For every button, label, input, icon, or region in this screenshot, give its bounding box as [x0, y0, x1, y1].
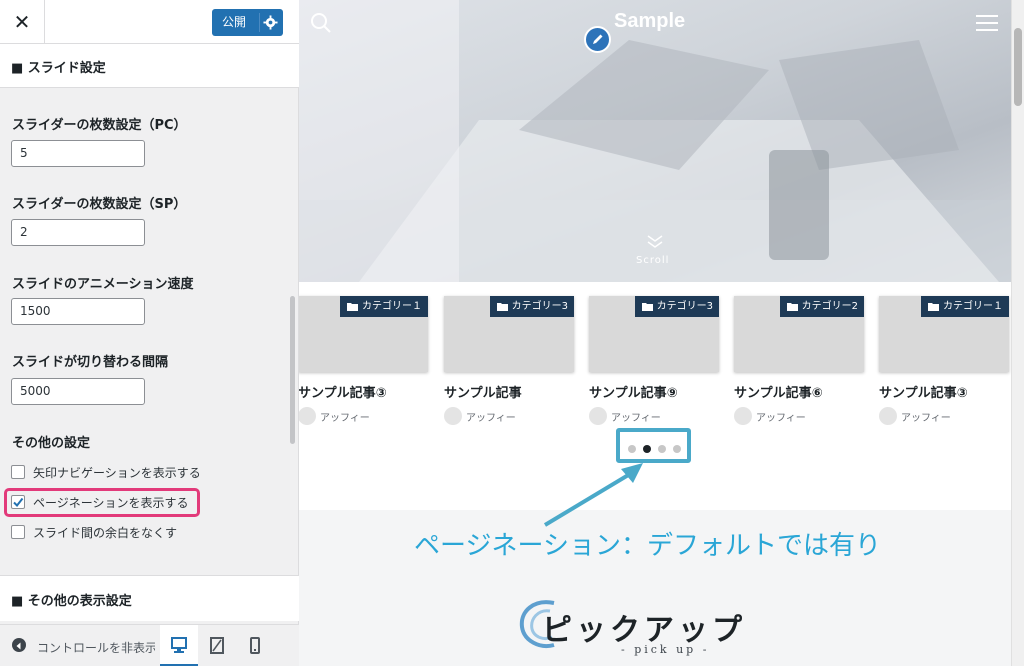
customizer-header: ✕ 公開 — [0, 0, 299, 44]
category-label: カテゴリー１ — [362, 301, 422, 312]
section-header-slide-settings[interactable]: ■ スライド設定 — [0, 44, 299, 88]
avatar — [879, 407, 897, 425]
gear-icon[interactable] — [263, 15, 278, 30]
publish-button[interactable]: 公開 — [212, 9, 283, 36]
customizer-window: ✕ 公開 ■ スライド設定 スライダーの枚数設定（PC） 5 スライダーの枚数設… — [0, 0, 1024, 666]
category-label: カテゴリー3 — [511, 301, 568, 312]
publish-divider — [259, 13, 260, 32]
category-badge: カテゴリー3 — [489, 296, 574, 317]
pickup-subheading: - pick up - — [621, 643, 710, 656]
author-name: アッフィー — [901, 413, 951, 424]
post-title: サンプル記事⑥ — [734, 386, 823, 401]
field-label-pc-count: スライダーの枚数設定（PC） — [12, 118, 187, 133]
close-button[interactable]: ✕ — [0, 0, 45, 44]
author-name: アッフィー — [320, 413, 370, 424]
avatar — [444, 407, 462, 425]
field-label-sp-count: スライダーの枚数設定（SP） — [12, 197, 187, 212]
no-gap-checkbox[interactable] — [11, 525, 25, 539]
folder-icon — [496, 303, 508, 311]
pagination-dot[interactable] — [658, 445, 666, 453]
site-preview: Sample Scroll カテゴリー１ サンプル記事③ アッフィー カテゴリー… — [299, 0, 1011, 666]
post-author: アッフィー — [879, 407, 1009, 425]
other-settings-heading: その他の設定 — [12, 436, 91, 451]
preview-desktop-button[interactable] — [160, 625, 198, 666]
pagination-dot[interactable] — [628, 445, 636, 453]
preview-tablet-button[interactable] — [198, 625, 236, 666]
author-name: アッフィー — [466, 413, 516, 424]
arrow-nav-label: 矢印ナビゲーションを表示する — [33, 466, 201, 480]
scroll-down-icon — [647, 235, 663, 248]
post-author: アッフィー — [589, 407, 719, 425]
desktop-icon — [171, 637, 187, 653]
tablet-icon — [210, 637, 224, 654]
field-label-interval: スライドが切り替わる間隔 — [12, 355, 169, 370]
preview-scroll-thumb[interactable] — [1014, 28, 1022, 106]
author-name: アッフィー — [756, 413, 806, 424]
category-badge: カテゴリー3 — [634, 296, 719, 317]
hamburger-menu-icon[interactable] — [976, 14, 998, 32]
search-icon[interactable] — [309, 11, 333, 35]
mobile-icon — [250, 637, 260, 654]
hide-controls-button[interactable] — [12, 638, 26, 652]
customizer-panel: ✕ 公開 ■ スライド設定 スライダーの枚数設定（PC） 5 スライダーの枚数設… — [0, 0, 299, 666]
avatar — [299, 407, 316, 425]
animation-speed-input[interactable]: 1500 — [11, 298, 145, 325]
category-badge: カテゴリー2 — [779, 296, 864, 317]
edit-shortcut-button[interactable] — [584, 26, 611, 53]
folder-icon — [786, 303, 798, 311]
pencil-icon — [593, 34, 603, 44]
section-header-other-display[interactable]: ■ その他の表示設定 — [0, 575, 299, 621]
avatar — [589, 407, 607, 425]
post-title: サンプル記事 — [444, 386, 522, 401]
post-author: アッフィー — [734, 407, 864, 425]
hero-image: Sample Scroll — [299, 0, 1011, 282]
annotation-text: ページネーション：デフォルトでは有り — [414, 531, 881, 561]
preview-scrollbar[interactable] — [1011, 0, 1024, 666]
pagination-dot[interactable] — [673, 445, 681, 453]
annotation-arrow — [543, 463, 643, 527]
post-title: サンプル記事③ — [879, 386, 968, 401]
collapse-arrow-icon — [16, 642, 21, 650]
folder-icon — [641, 303, 653, 311]
author-name: アッフィー — [611, 413, 661, 424]
preview-mobile-button[interactable] — [236, 625, 274, 666]
no-gap-label: スライド間の余白をなくす — [33, 526, 178, 540]
post-author: アッフィー — [444, 407, 574, 425]
section-title: ■ スライド設定 — [11, 61, 106, 76]
category-label: カテゴリー3 — [656, 301, 713, 312]
arrow-nav-checkbox[interactable] — [11, 465, 25, 479]
customizer-footer: コントロールを非表示 — [0, 624, 299, 666]
category-label: カテゴリー１ — [943, 301, 1003, 312]
pagination-dot-active[interactable] — [643, 445, 651, 453]
folder-icon — [928, 303, 939, 311]
interval-input[interactable]: 5000 — [11, 378, 145, 405]
hide-controls-label[interactable]: コントロールを非表示 — [37, 639, 155, 656]
panel-scrollbar[interactable] — [290, 296, 295, 444]
field-label-animation-speed: スライドのアニメーション速度 — [12, 277, 194, 292]
post-title: サンプル記事⑨ — [589, 386, 678, 401]
folder-icon — [347, 303, 358, 311]
pc-count-input[interactable]: 5 — [11, 140, 145, 167]
category-label: カテゴリー2 — [801, 301, 858, 312]
category-badge: カテゴリー１ — [340, 296, 428, 317]
post-title: サンプル記事③ — [299, 386, 387, 401]
scroll-label: Scroll — [636, 255, 670, 266]
close-icon: ✕ — [13, 10, 31, 34]
section-title: ■ その他の表示設定 — [11, 594, 132, 609]
category-badge: カテゴリー１ — [921, 296, 1009, 317]
post-author: アッフィー — [299, 407, 428, 425]
sp-count-input[interactable]: 2 — [11, 219, 145, 246]
site-title[interactable]: Sample — [614, 10, 685, 33]
avatar — [734, 407, 752, 425]
publish-label: 公開 — [222, 15, 247, 29]
highlight-frame — [4, 488, 200, 517]
